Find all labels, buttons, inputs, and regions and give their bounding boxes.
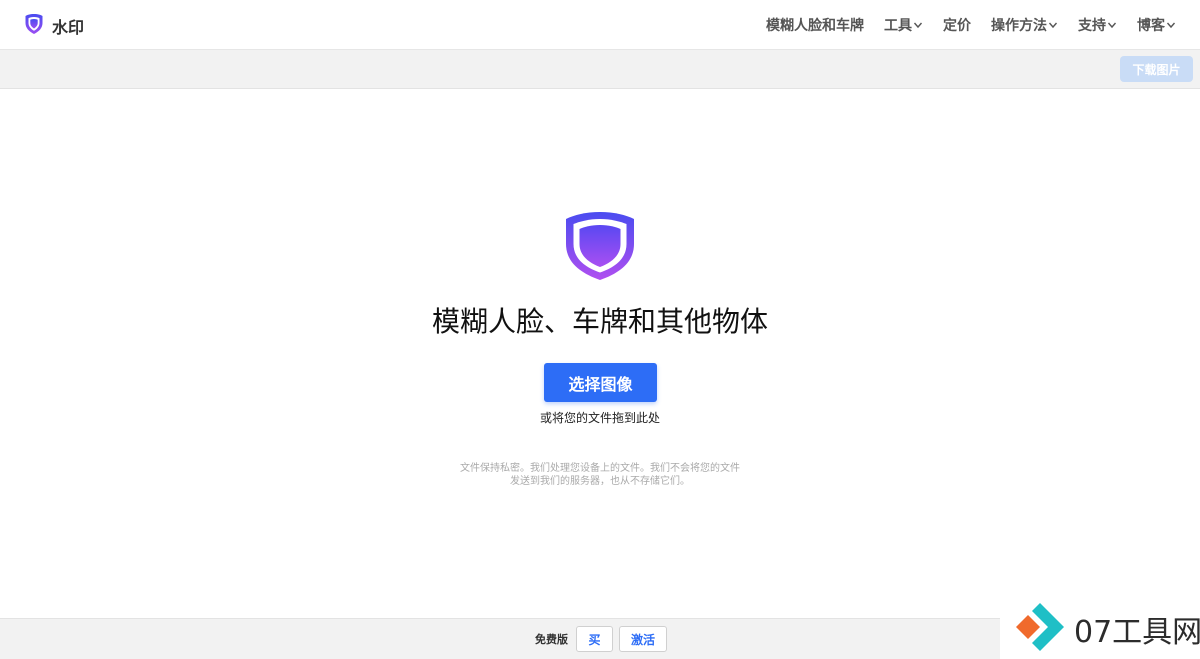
plan-label: 免费版 [535,633,568,646]
nav-label: 定价 [943,18,971,34]
nav-tools[interactable]: 工具 [884,15,923,35]
upload-area[interactable]: 模糊人脸、车牌和其他物体 选择图像 或将您的文件拖到此处 文件保持私密。我们处理… [0,90,1200,618]
privacy-line-2: 发送到我们的服务器，也从不存储它们。 [510,476,690,487]
nav-blur-faces-plates[interactable]: 模糊人脸和车牌 [766,15,864,35]
nav-label: 工具 [884,18,912,34]
download-image-button[interactable]: 下载图片 [1120,56,1193,82]
nav-support[interactable]: 支持 [1078,15,1117,35]
nav-label: 博客 [1137,18,1165,34]
activate-button[interactable]: 激活 [619,626,667,652]
nav-label: 操作方法 [991,18,1047,34]
select-image-button[interactable]: 选择图像 [544,363,657,402]
watermark-text: 07工具网 [1074,615,1200,650]
nav-blog[interactable]: 博客 [1137,15,1176,35]
chevron-down-icon [913,22,923,29]
nav-how-to[interactable]: 操作方法 [991,15,1058,35]
brand[interactable]: 水印 [24,13,84,39]
brand-name: 水印 [52,18,85,37]
buy-button[interactable]: 买 [576,626,613,652]
diamond-logo-icon [1016,603,1064,651]
chevron-down-icon [1107,22,1117,29]
nav-label: 模糊人脸和车牌 [766,18,864,34]
privacy-line-1: 文件保持私密。我们处理您设备上的文件。我们不会将您的文件 [460,463,740,474]
top-nav-bar: 水印 模糊人脸和车牌 工具 定价 操作方法 支持 博客 [0,0,1200,50]
chevron-down-icon [1048,22,1058,29]
chevron-down-icon [1166,22,1176,29]
nav-pricing[interactable]: 定价 [943,15,971,35]
privacy-notice: 文件保持私密。我们处理您设备上的文件。我们不会将您的文件 发送到我们的服务器，也… [440,462,760,488]
license-controls: 免费版 买 激活 [535,626,667,652]
page-headline: 模糊人脸、车牌和其他物体 [431,305,768,338]
shield-logo-icon [24,13,44,39]
editor-toolbar: 下载图片 [0,50,1200,89]
shield-logo-icon [562,210,638,282]
main-nav: 模糊人脸和车牌 工具 定价 操作方法 支持 博客 [766,0,1176,50]
nav-label: 支持 [1078,18,1106,34]
drop-hint: 或将您的文件拖到此处 [539,411,660,425]
site-watermark: 07工具网 [1000,596,1200,659]
